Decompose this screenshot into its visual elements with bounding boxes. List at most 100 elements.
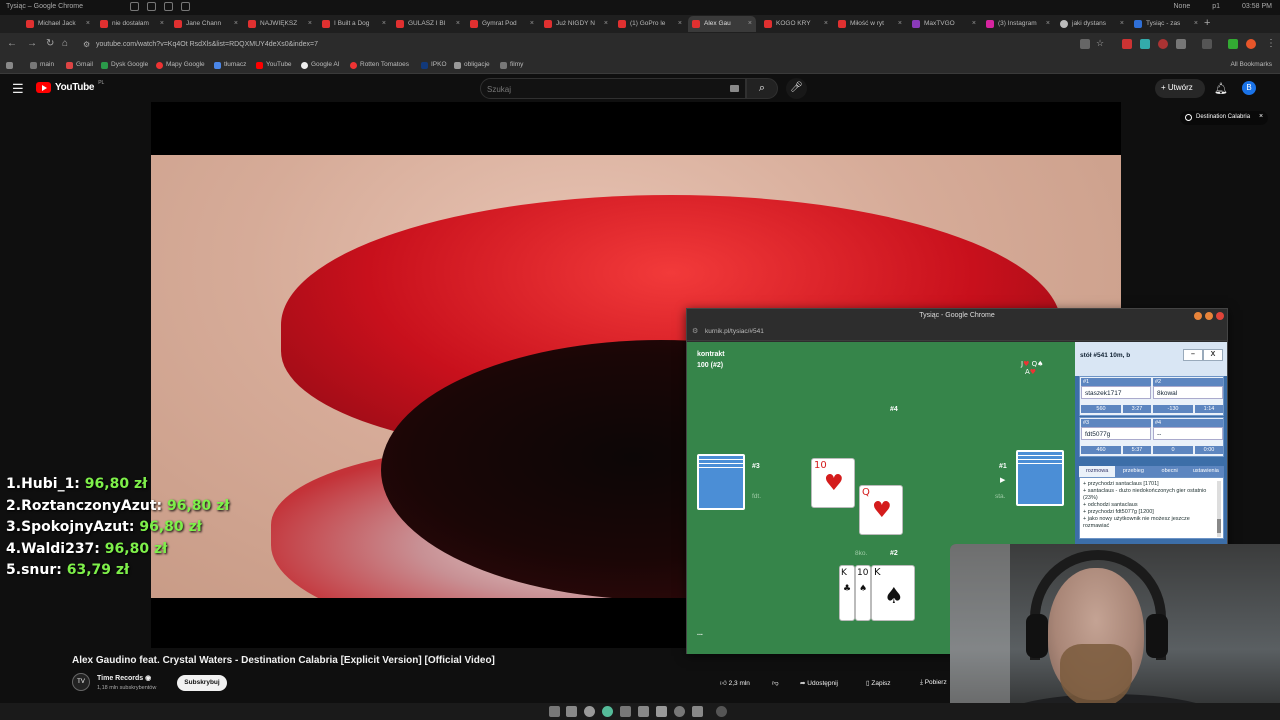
clock[interactable]: 03:58 PM	[1242, 3, 1272, 10]
close-icon[interactable]: ×	[1046, 20, 1050, 27]
browser-tab[interactable]: Tysiąc - zas ×	[1130, 16, 1202, 32]
sidebar-icon[interactable]	[1202, 39, 1212, 49]
address-bar[interactable]: ⚙ youtube.com/watch?v=Kq4Ot RsdXls&list=…	[78, 36, 1078, 54]
close-icon[interactable]: ×	[86, 20, 90, 27]
browser-tab[interactable]: NAJWIĘKSZ ×	[244, 16, 316, 32]
maximize-icon[interactable]	[1205, 312, 1213, 320]
browser-tab-active[interactable]: Alex Gau ×	[688, 16, 756, 32]
menu-dots-icon[interactable]: ⋮	[1266, 38, 1276, 49]
all-bookmarks[interactable]: All Bookmarks	[1230, 61, 1272, 68]
tab-obecni[interactable]: obecni	[1152, 466, 1188, 477]
app-icon[interactable]	[674, 706, 685, 717]
close-icon[interactable]: ×	[678, 20, 682, 27]
steam-icon[interactable]	[638, 706, 649, 717]
close-icon[interactable]: ×	[382, 20, 386, 27]
home-icon[interactable]: ⌂	[62, 38, 68, 49]
extension-icon[interactable]	[1140, 39, 1150, 49]
extension-icon[interactable]	[1158, 39, 1168, 49]
star-icon[interactable]: ☆	[1096, 38, 1104, 49]
close-icon[interactable]: ×	[1194, 20, 1198, 27]
close-icon[interactable]: ×	[824, 20, 828, 27]
subscribe-button[interactable]: Subskrybuj	[177, 675, 227, 691]
bookmark-item[interactable]: Mapy Google	[156, 61, 205, 69]
more-options[interactable]: ...	[697, 630, 703, 637]
reload-icon[interactable]: ↻	[46, 38, 54, 49]
playlist-chip[interactable]: Destination Calabria ×	[1180, 111, 1269, 125]
close-icon[interactable]: ×	[1120, 20, 1124, 27]
player-1-name[interactable]: staszek1717	[1081, 386, 1151, 399]
like-button[interactable]: 👍︎ 2,3 mln	[720, 674, 750, 692]
bookmark-item[interactable]: tłumacz	[214, 61, 246, 69]
close-icon[interactable]: ×	[308, 20, 312, 27]
browser-tab[interactable]: MaxTVGO ×	[908, 16, 980, 32]
channel-avatar[interactable]: TV	[72, 673, 90, 691]
close-icon[interactable]: ×	[234, 20, 238, 27]
bookmark-item[interactable]: Rotten Tomatoes	[350, 61, 409, 69]
hand-card[interactable]: 10 ♠	[855, 565, 871, 621]
browser-tab[interactable]: jaki dystans ×	[1056, 16, 1128, 32]
bookmark-item[interactable]: main	[30, 61, 54, 69]
back-icon[interactable]: ←	[7, 38, 17, 49]
close-icon[interactable]: ×	[898, 20, 902, 27]
microphone-icon[interactable]: 🎤︎	[786, 78, 807, 99]
hand-card[interactable]: K ♠	[871, 565, 915, 621]
app-icon[interactable]	[656, 706, 667, 717]
site-settings-icon[interactable]: ⚙	[83, 40, 90, 49]
bookmark-item[interactable]: Google AI	[301, 61, 340, 69]
extensions-puzzle-icon[interactable]	[1176, 39, 1186, 49]
minimize-icon[interactable]	[1194, 312, 1202, 320]
profile-icon[interactable]	[1246, 39, 1256, 49]
player-4-name[interactable]: --	[1153, 427, 1223, 440]
browser-tab[interactable]: Już NIGDY N ×	[540, 16, 612, 32]
close-icon[interactable]	[1216, 312, 1224, 320]
forward-icon[interactable]: →	[27, 38, 37, 49]
obs-icon[interactable]	[716, 706, 727, 717]
browser-tab[interactable]: (3) Instagram ×	[982, 16, 1054, 32]
avatar[interactable]: B	[1242, 81, 1256, 95]
hamburger-menu-icon[interactable]: ☰	[12, 82, 24, 95]
player-2-name[interactable]: 8kowal	[1153, 386, 1223, 399]
browser-tab[interactable]: Michael Jack ×	[22, 16, 94, 32]
close-icon[interactable]: ×	[530, 20, 534, 27]
browser-tab[interactable]: GULASZ I BI ×	[392, 16, 464, 32]
share-button[interactable]: ➦ Udostępnij	[800, 674, 838, 692]
channel-name[interactable]: Time Records ◉	[97, 674, 151, 682]
bookmark-item[interactable]: obligacje	[454, 61, 490, 69]
close-icon[interactable]: ×	[604, 20, 608, 27]
window-icon[interactable]	[130, 2, 139, 11]
files-icon[interactable]	[549, 706, 560, 717]
window-icon[interactable]	[164, 2, 173, 11]
bell-icon[interactable]: 🔔︎	[1214, 82, 1228, 95]
bookmark-item[interactable]: Dysk Google	[101, 61, 148, 69]
player-3-name[interactable]: fdt5077g	[1081, 427, 1151, 440]
create-button[interactable]: + Utwórz	[1155, 79, 1205, 98]
app-icon[interactable]	[584, 706, 595, 717]
bookmark-item[interactable]: filmy	[500, 61, 523, 69]
close-icon[interactable]: ×	[456, 20, 460, 27]
extension-icon[interactable]	[1080, 39, 1090, 49]
browser-tab[interactable]: KOGO KRY ×	[760, 16, 832, 32]
browser-tab[interactable]: (1) GoPro le ×	[614, 16, 686, 32]
chat-scrollbar[interactable]	[1217, 481, 1221, 537]
search-button[interactable]: ⌕	[746, 78, 778, 99]
window-icon[interactable]	[181, 2, 190, 11]
extension-icon[interactable]	[1228, 39, 1238, 49]
youtube-logo[interactable]: YouTube PL	[36, 80, 104, 93]
discord-icon[interactable]	[620, 706, 631, 717]
game-address-bar[interactable]: ⚙ kurnik.pl/tysiac/#541	[687, 323, 1227, 341]
bookmark-item[interactable]: IPKO	[421, 61, 447, 69]
dislike-button[interactable]: 👎︎	[772, 674, 779, 692]
keyboard-icon[interactable]	[730, 85, 739, 92]
tab-ustawienia[interactable]: ustawienia	[1188, 466, 1224, 477]
browser-tab[interactable]: Miłość w ryt ×	[834, 16, 906, 32]
user-status[interactable]: p1	[1212, 3, 1220, 10]
extension-icon[interactable]	[1122, 39, 1132, 49]
close-icon[interactable]: ×	[1259, 113, 1263, 120]
browser-tab[interactable]: I Built a Dog ×	[318, 16, 390, 32]
browser-tab[interactable]: Gymrat Pod ×	[466, 16, 538, 32]
window-icon[interactable]	[147, 2, 156, 11]
bookmark-item[interactable]: YouTube	[256, 61, 292, 69]
browser-tab[interactable]: Jane Chann ×	[170, 16, 242, 32]
save-button[interactable]: ▯ Zapisz	[866, 674, 891, 692]
chrome-icon[interactable]	[602, 706, 613, 717]
